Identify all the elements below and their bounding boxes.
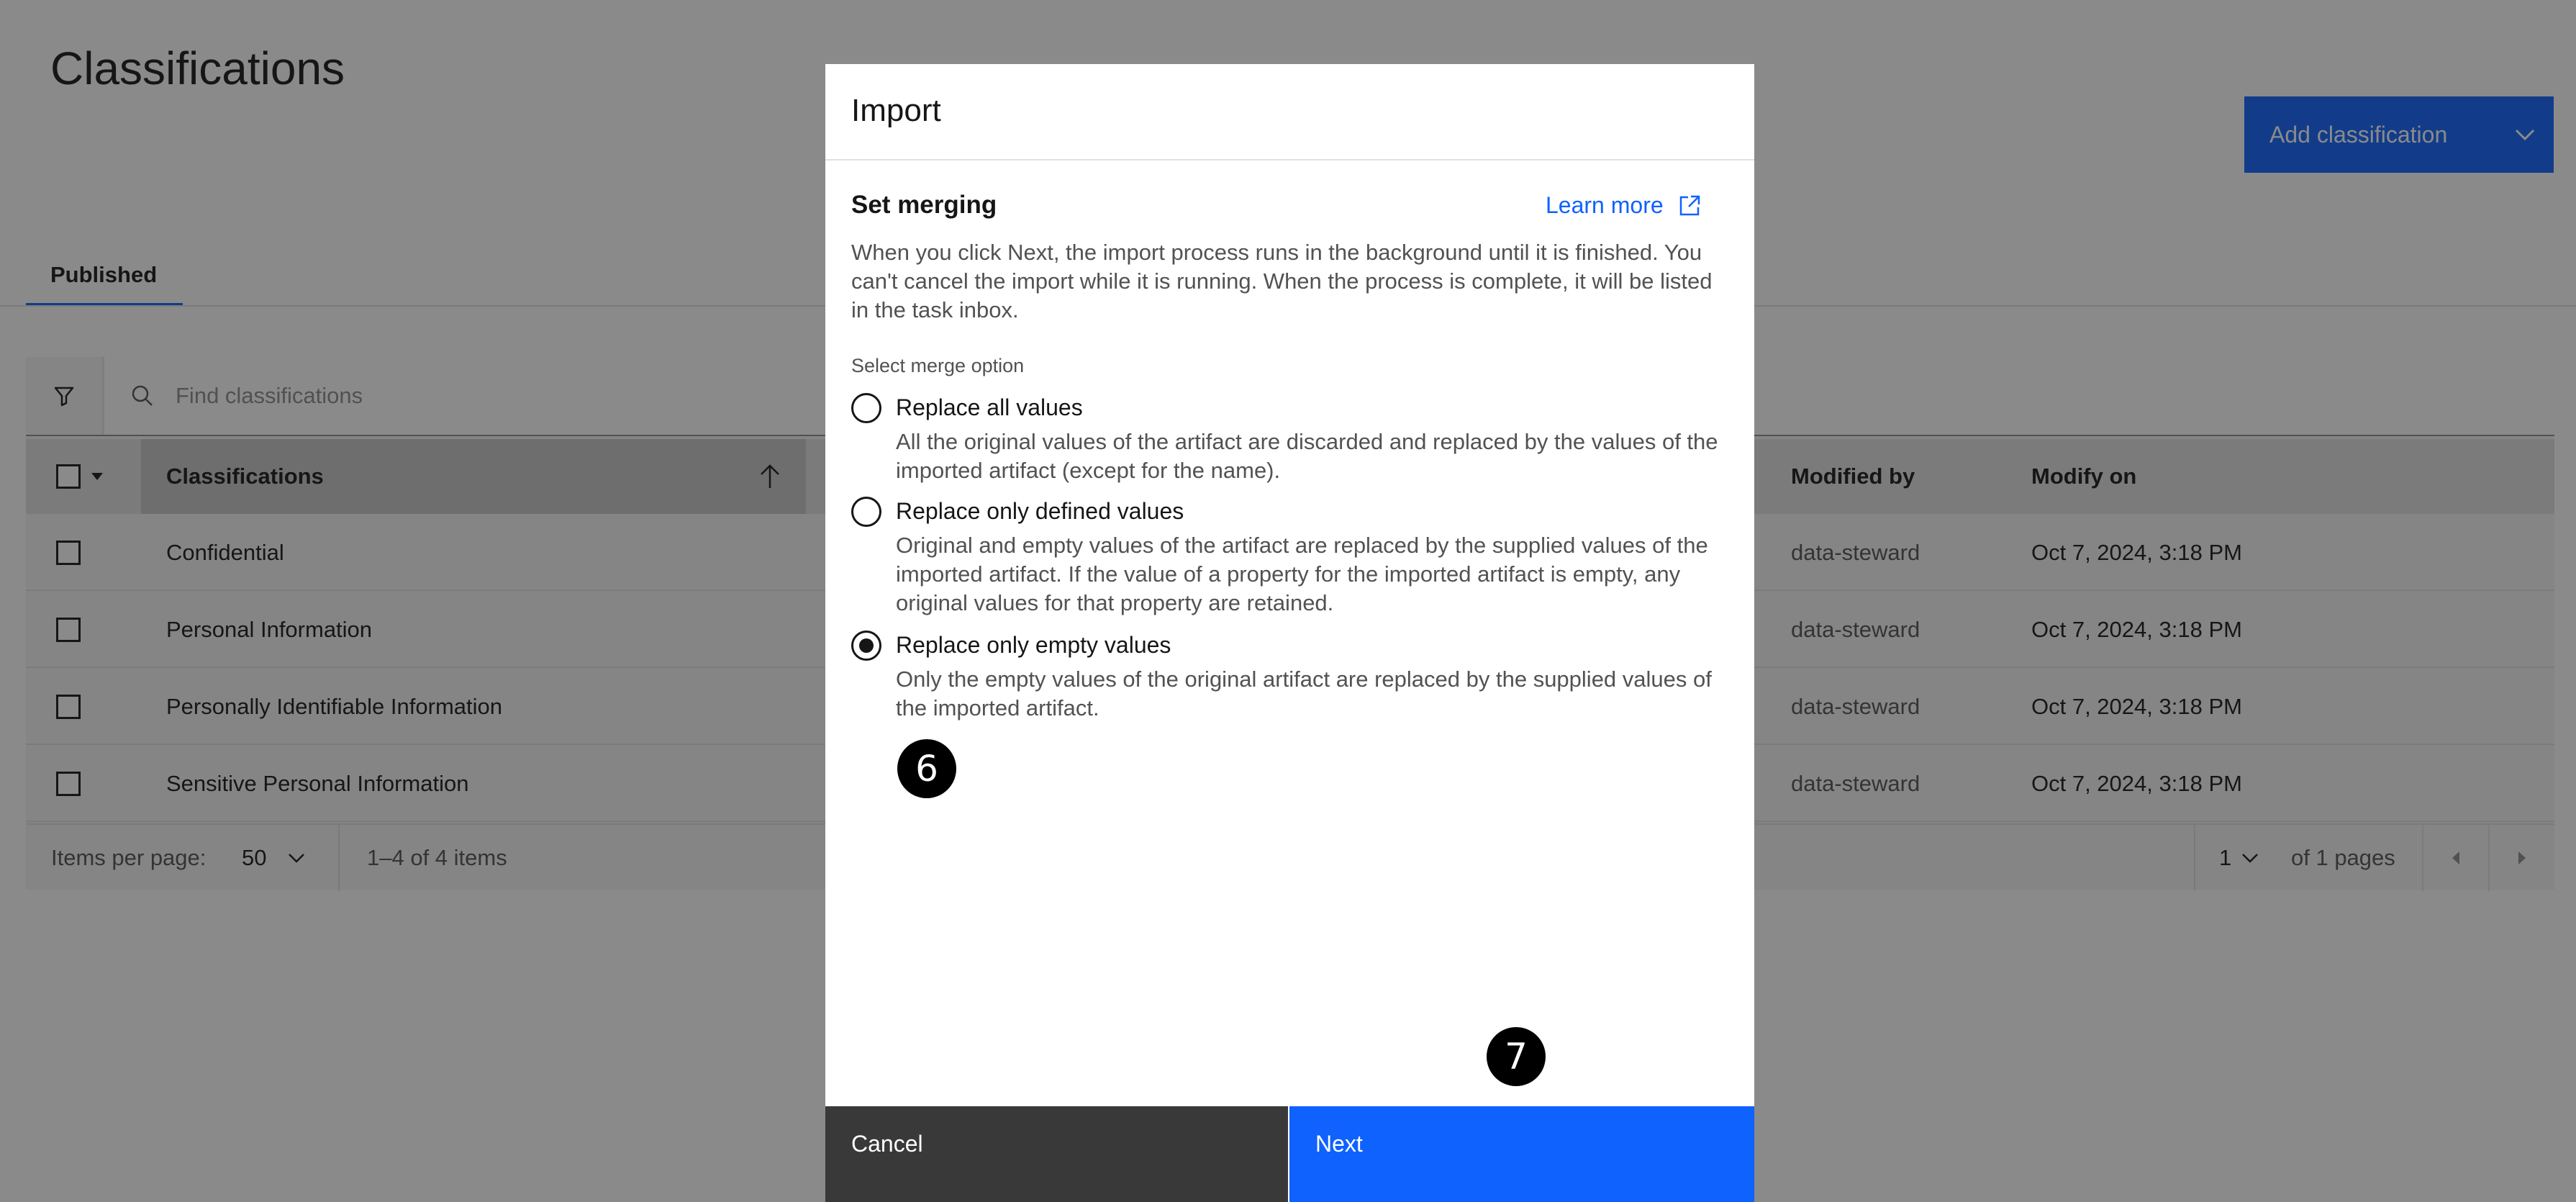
step-badge-6: 6 — [897, 739, 956, 798]
radio-replace-defined[interactable] — [851, 497, 881, 527]
cancel-label: Cancel — [851, 1131, 923, 1157]
intro-text: When you click Next, the import process … — [851, 240, 1713, 322]
option-description: All the original values of the artifact … — [896, 429, 1718, 483]
merge-option-replace-empty[interactable]: Replace only empty values Only the empty… — [851, 631, 1729, 724]
modal-title: Import — [851, 93, 941, 128]
launch-icon — [1679, 195, 1700, 215]
merge-option-replace-all[interactable]: Replace all values All the original valu… — [851, 393, 1729, 487]
step-badge-7: 7 — [1487, 1027, 1546, 1086]
radio-replace-empty[interactable] — [851, 631, 881, 661]
option-title: Replace all values — [896, 394, 1083, 420]
option-description: Original and empty values of the artifac… — [896, 533, 1708, 615]
option-description: Only the empty values of the original ar… — [896, 666, 1712, 720]
merge-option-label: Select merge option — [851, 355, 1025, 376]
learn-more-link[interactable]: Learn more — [1546, 192, 1701, 219]
section-title: Set merging — [851, 191, 997, 219]
learn-more-label: Learn more — [1546, 192, 1664, 218]
next-label: Next — [1315, 1131, 1363, 1157]
import-modal: Import Set merging Learn more When you c… — [825, 64, 1754, 1202]
radio-replace-all[interactable] — [851, 393, 881, 423]
modal-header: Import — [825, 64, 1754, 161]
merge-option-replace-defined[interactable]: Replace only defined values Original and… — [851, 497, 1729, 619]
cancel-button[interactable]: Cancel — [825, 1106, 1288, 1202]
option-title: Replace only defined values — [896, 498, 1184, 524]
next-button[interactable]: Next — [1289, 1106, 1754, 1202]
option-title: Replace only empty values — [896, 632, 1171, 658]
